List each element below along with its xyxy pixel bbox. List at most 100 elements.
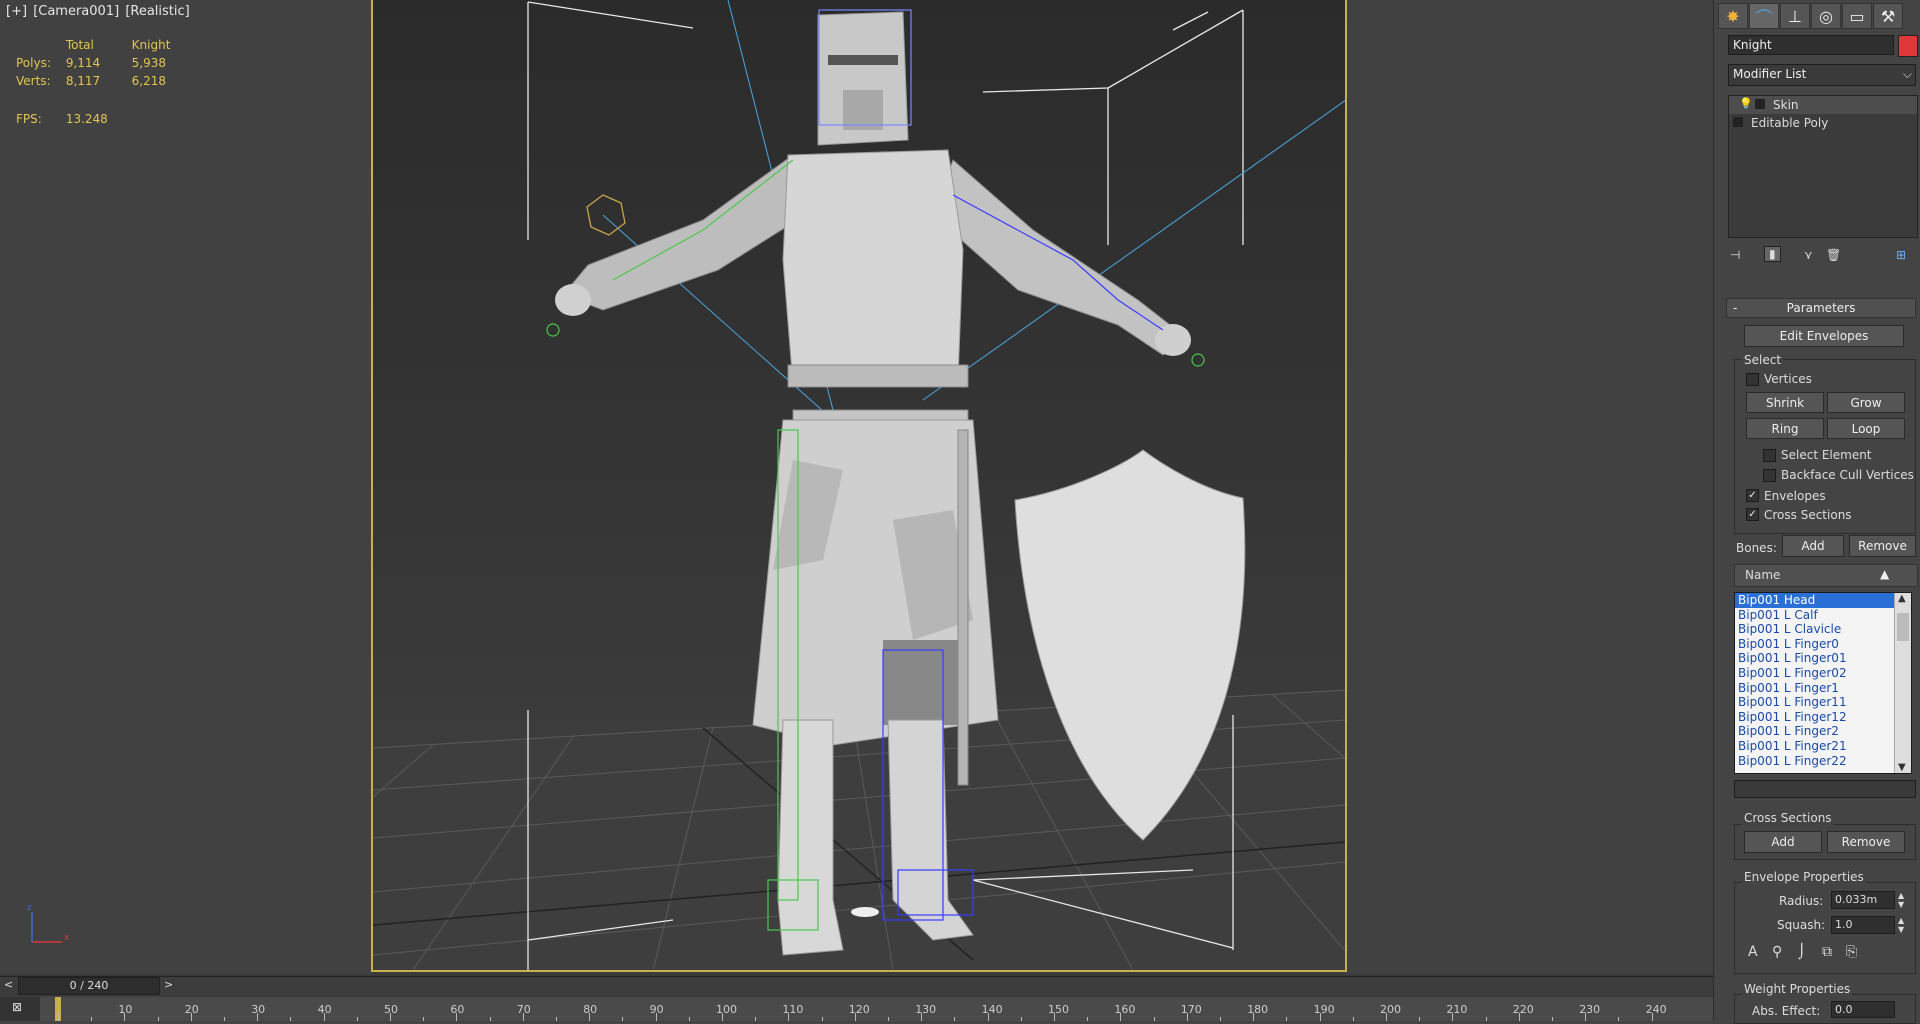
pin-stack-icon[interactable]: ⊣	[1730, 248, 1740, 262]
axis-x-label: x	[64, 933, 70, 943]
stack-item-skin[interactable]: 💡 Skin	[1729, 96, 1917, 114]
track-bar-toggle[interactable]: ⊠	[0, 997, 40, 1021]
envelope-visible-icon[interactable]: ⚲	[1772, 944, 1782, 960]
hierarchy-tab[interactable]: ⊥	[1780, 3, 1810, 29]
stack-item-label: Editable Poly	[1751, 116, 1829, 130]
object-color-swatch[interactable]	[1898, 35, 1918, 57]
absolute-radius-icon[interactable]: A	[1748, 944, 1758, 960]
select-element-checkbox[interactable]	[1763, 449, 1776, 462]
list-item[interactable]: Bip001 Head	[1735, 593, 1911, 608]
falloff-icon[interactable]: ⌡	[1798, 944, 1805, 960]
spinner-arrows-icon[interactable]: ▲ ▼	[1898, 891, 1904, 909]
scene-3d[interactable]	[373, 0, 1345, 970]
stack-item-editable-poly[interactable]: Editable Poly	[1729, 114, 1917, 132]
add-bone-button[interactable]: Add	[1782, 535, 1844, 557]
loop-button[interactable]: Loop	[1827, 418, 1905, 439]
list-item[interactable]: Bip001 L Finger0	[1735, 637, 1911, 652]
stats-header-row: Total Knight	[16, 38, 171, 52]
envelopes-checkbox[interactable]: ✓	[1746, 489, 1759, 502]
viewport-menu-plus[interactable]: [+]	[6, 4, 27, 19]
time-slider[interactable]: 0 / 240	[18, 977, 160, 995]
configure-sets-icon[interactable]: ⊞	[1896, 248, 1906, 262]
modify-tab[interactable]: ⌒	[1749, 3, 1779, 29]
bone-list[interactable]: Bip001 Head Bip001 L Calf Bip001 L Clavi…	[1734, 592, 1912, 774]
radius-spinner[interactable]: 0.033m	[1831, 891, 1895, 909]
axis-tripod-icon: x z	[27, 903, 70, 943]
expand-icon[interactable]	[1733, 117, 1743, 127]
viewport-label[interactable]: [+] [Camera001] [Realistic]	[6, 4, 192, 19]
safe-frame	[371, 0, 1347, 972]
viewport[interactable]: [+] [Camera001] [Realistic] Total Knight…	[0, 0, 1713, 976]
display-tab[interactable]: ▭	[1842, 3, 1872, 29]
lightbulb-icon[interactable]: 💡	[1739, 97, 1753, 110]
list-item[interactable]: Bip001 L Finger21	[1735, 739, 1911, 754]
object-name-field[interactable]: Knight	[1728, 35, 1894, 55]
create-tab[interactable]: ✸	[1718, 3, 1748, 29]
paste-envelope-icon[interactable]: ⎘	[1846, 944, 1857, 960]
show-end-result-icon[interactable]: ▮	[1764, 246, 1781, 262]
frame-tick	[1220, 1017, 1221, 1021]
edit-envelopes-button[interactable]: Edit Envelopes	[1744, 325, 1904, 347]
scroll-down-icon[interactable]: ▼	[1898, 762, 1906, 773]
bone-list-header[interactable]: Name ▲	[1734, 564, 1918, 587]
frame-ruler[interactable]: ⊠ 10 20 30 40 50 60 70 80 90 100 110 120 130 140 150 16…	[0, 997, 1713, 1021]
bone-list-scrollbar[interactable]: ▲ ▼	[1894, 593, 1911, 773]
biped-footprint[interactable]	[851, 907, 879, 917]
backface-cull-checkbox[interactable]	[1763, 469, 1776, 482]
spinner-arrows-icon[interactable]: ▲ ▼	[1898, 916, 1904, 934]
squash-spinner[interactable]: 1.0	[1831, 916, 1895, 934]
utilities-tab[interactable]: ⚒	[1873, 3, 1903, 29]
parameters-rollout-header[interactable]: - Parameters	[1726, 298, 1916, 318]
next-frame-icon[interactable]: >	[164, 978, 173, 991]
remove-modifier-icon[interactable]: 🗑	[1826, 248, 1841, 262]
expand-icon[interactable]	[1755, 99, 1765, 109]
motion-tab[interactable]: ◎	[1811, 3, 1841, 29]
shrink-button[interactable]: Shrink	[1746, 392, 1824, 413]
stats-polys-row: Polys: 9,114 5,938	[16, 56, 166, 70]
cross-sections-checkbox[interactable]: ✓	[1746, 508, 1759, 521]
frame-tick-label: 90	[649, 1003, 664, 1016]
list-item[interactable]: Bip001 L Finger02	[1735, 666, 1911, 681]
grow-button[interactable]: Grow	[1827, 392, 1905, 413]
copy-envelope-icon[interactable]: ⧉	[1822, 944, 1832, 960]
add-cross-section-button[interactable]: Add	[1744, 831, 1822, 853]
frame-tick	[1352, 1017, 1354, 1021]
list-item[interactable]: Bip001 L Finger2	[1735, 724, 1911, 739]
list-item[interactable]: Bip001 L Clavicle	[1735, 622, 1911, 637]
frame-tick	[290, 1017, 292, 1021]
abs-effect-spinner[interactable]: 0.0	[1831, 1001, 1895, 1018]
scroll-up-icon[interactable]: ▲	[1898, 593, 1906, 604]
list-item[interactable]: Bip001 L Calf	[1735, 608, 1911, 623]
stack-toolbar: ⊣ ▮ ⋎ 🗑 ⊞	[1728, 246, 1916, 268]
modifier-stack[interactable]: 💡 Skin Editable Poly	[1728, 95, 1918, 238]
list-item[interactable]: Bip001 L Finger01	[1735, 651, 1911, 666]
frame-tick-label: 230	[1579, 1003, 1601, 1016]
vertices-checkbox[interactable]	[1746, 373, 1759, 386]
frame-tick	[489, 1017, 491, 1021]
frame-tick-label: 30	[251, 1003, 266, 1016]
viewport-shading-label[interactable]: [Realistic]	[125, 4, 189, 19]
remove-bone-button[interactable]: Remove	[1849, 535, 1916, 557]
sword-model[interactable]	[957, 429, 969, 786]
make-unique-icon[interactable]: ⋎	[1804, 248, 1813, 262]
remove-cross-section-button[interactable]: Remove	[1827, 831, 1905, 853]
bone-filter-field[interactable]	[1734, 780, 1916, 798]
stats-polys-label: Polys:	[16, 56, 51, 70]
timeline[interactable]: < 0 / 240 > ⊠ 10 20 30 40 50 60 70 80 90 100 110 12…	[0, 976, 1713, 1021]
list-item[interactable]: Bip001 L Finger1	[1735, 681, 1911, 696]
frame-tick-label: 160	[1114, 1003, 1136, 1016]
previous-frame-icon[interactable]: <	[4, 978, 13, 991]
sort-ascending-icon: ▲	[1880, 567, 1890, 581]
list-item[interactable]: Bip001 L Finger22	[1735, 754, 1911, 769]
frame-tick	[1020, 1017, 1022, 1021]
ring-button[interactable]: Ring	[1746, 418, 1824, 439]
frame-tick-label: 20	[184, 1003, 199, 1016]
scrollbar-thumb[interactable]	[1897, 613, 1909, 641]
frame-tick-label: 110	[782, 1003, 804, 1016]
list-item[interactable]: Bip001 L Finger11	[1735, 695, 1911, 710]
viewport-camera-label[interactable]: [Camera001]	[33, 4, 119, 19]
modifier-list-dropdown[interactable]: Modifier List ⌵	[1728, 64, 1916, 86]
viewport-outside-safe-frame-right	[1345, 0, 1713, 974]
stats-polys-total: 9,114	[65, 56, 101, 70]
list-item[interactable]: Bip001 L Finger12	[1735, 710, 1911, 725]
